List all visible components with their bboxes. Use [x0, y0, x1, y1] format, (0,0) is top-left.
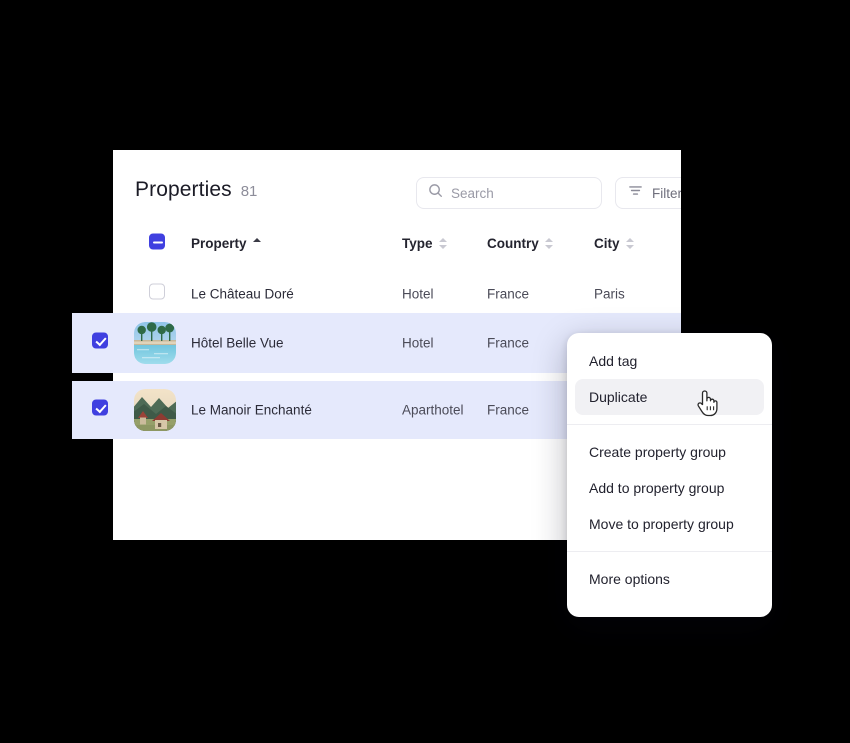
row-checkbox[interactable]	[92, 332, 108, 354]
mountain-chalet-photo	[134, 389, 176, 431]
menu-item-label: Duplicate	[589, 389, 648, 405]
menu-item-label: Add to property group	[589, 480, 725, 496]
properties-count: 81	[240, 183, 258, 200]
property-thumbnail	[134, 389, 176, 431]
row-type: Aparthotel	[402, 402, 464, 418]
row-property-name: Le Manoir Enchanté	[191, 402, 312, 418]
pointer-hand-cursor	[694, 388, 720, 418]
menu-separator	[567, 551, 772, 552]
menu-item-add-to-property-group[interactable]: Add to property group	[575, 470, 764, 506]
menu-item-move-to-property-group[interactable]: Move to property group	[575, 506, 764, 542]
search-placeholder: Search	[451, 185, 494, 201]
table-header-row: Property Type Country City	[113, 226, 681, 262]
select-all-checkbox[interactable]	[149, 233, 165, 255]
row-type: Hotel	[402, 335, 434, 351]
row-checkbox[interactable]	[149, 283, 165, 305]
row-country: France	[487, 402, 530, 418]
page-title-group: Properties 81	[135, 178, 257, 202]
filter-button[interactable]: Filter	[615, 177, 681, 209]
row-checkbox[interactable]	[92, 399, 108, 421]
filter-icon	[628, 183, 643, 203]
row-country: France	[487, 286, 530, 302]
card-header: Properties 81 Search Filter	[113, 150, 681, 220]
row-property-name: Hôtel Belle Vue	[191, 335, 284, 351]
sort-ascending-icon	[252, 237, 262, 250]
column-header-property[interactable]: Property	[191, 235, 262, 253]
checkbox-checked-icon	[92, 332, 108, 349]
menu-item-more-options[interactable]: More options	[575, 561, 764, 597]
checkbox-checked-icon	[92, 399, 108, 416]
column-header-property-label: Property	[191, 236, 247, 251]
menu-item-add-tag[interactable]: Add tag	[575, 343, 764, 379]
column-header-type[interactable]: Type	[402, 235, 448, 253]
context-menu: Add tag Duplicate Create property group …	[567, 333, 772, 617]
column-header-city[interactable]: City	[594, 235, 635, 253]
filter-label: Filter	[652, 185, 681, 201]
sort-icon	[438, 237, 448, 250]
search-icon	[428, 183, 443, 203]
checkbox-indeterminate-icon	[149, 233, 165, 250]
page-title: Properties	[135, 178, 232, 201]
row-type: Hotel	[402, 286, 434, 302]
sort-icon	[544, 237, 554, 250]
menu-item-duplicate[interactable]: Duplicate	[575, 379, 764, 415]
menu-item-label: Create property group	[589, 444, 726, 460]
column-header-type-label: Type	[402, 236, 433, 251]
menu-item-label: More options	[589, 571, 670, 587]
resort-pool-palms-photo	[134, 322, 176, 364]
screen-root: Properties 81 Search Filter Property Typ…	[0, 0, 850, 743]
property-thumbnail	[134, 322, 176, 364]
menu-item-label: Add tag	[589, 353, 638, 369]
row-property-name: Le Château Doré	[191, 286, 294, 302]
sort-icon	[625, 237, 635, 250]
row-city: Paris	[594, 286, 625, 302]
menu-separator	[567, 424, 772, 425]
column-header-city-label: City	[594, 236, 620, 251]
column-header-country-label: Country	[487, 236, 539, 251]
menu-item-label: Move to property group	[589, 516, 734, 532]
search-input[interactable]: Search	[416, 177, 602, 209]
column-header-country[interactable]: Country	[487, 235, 554, 253]
row-country: France	[487, 335, 530, 351]
menu-item-create-property-group[interactable]: Create property group	[575, 434, 764, 470]
checkbox-unchecked-icon	[149, 283, 165, 300]
